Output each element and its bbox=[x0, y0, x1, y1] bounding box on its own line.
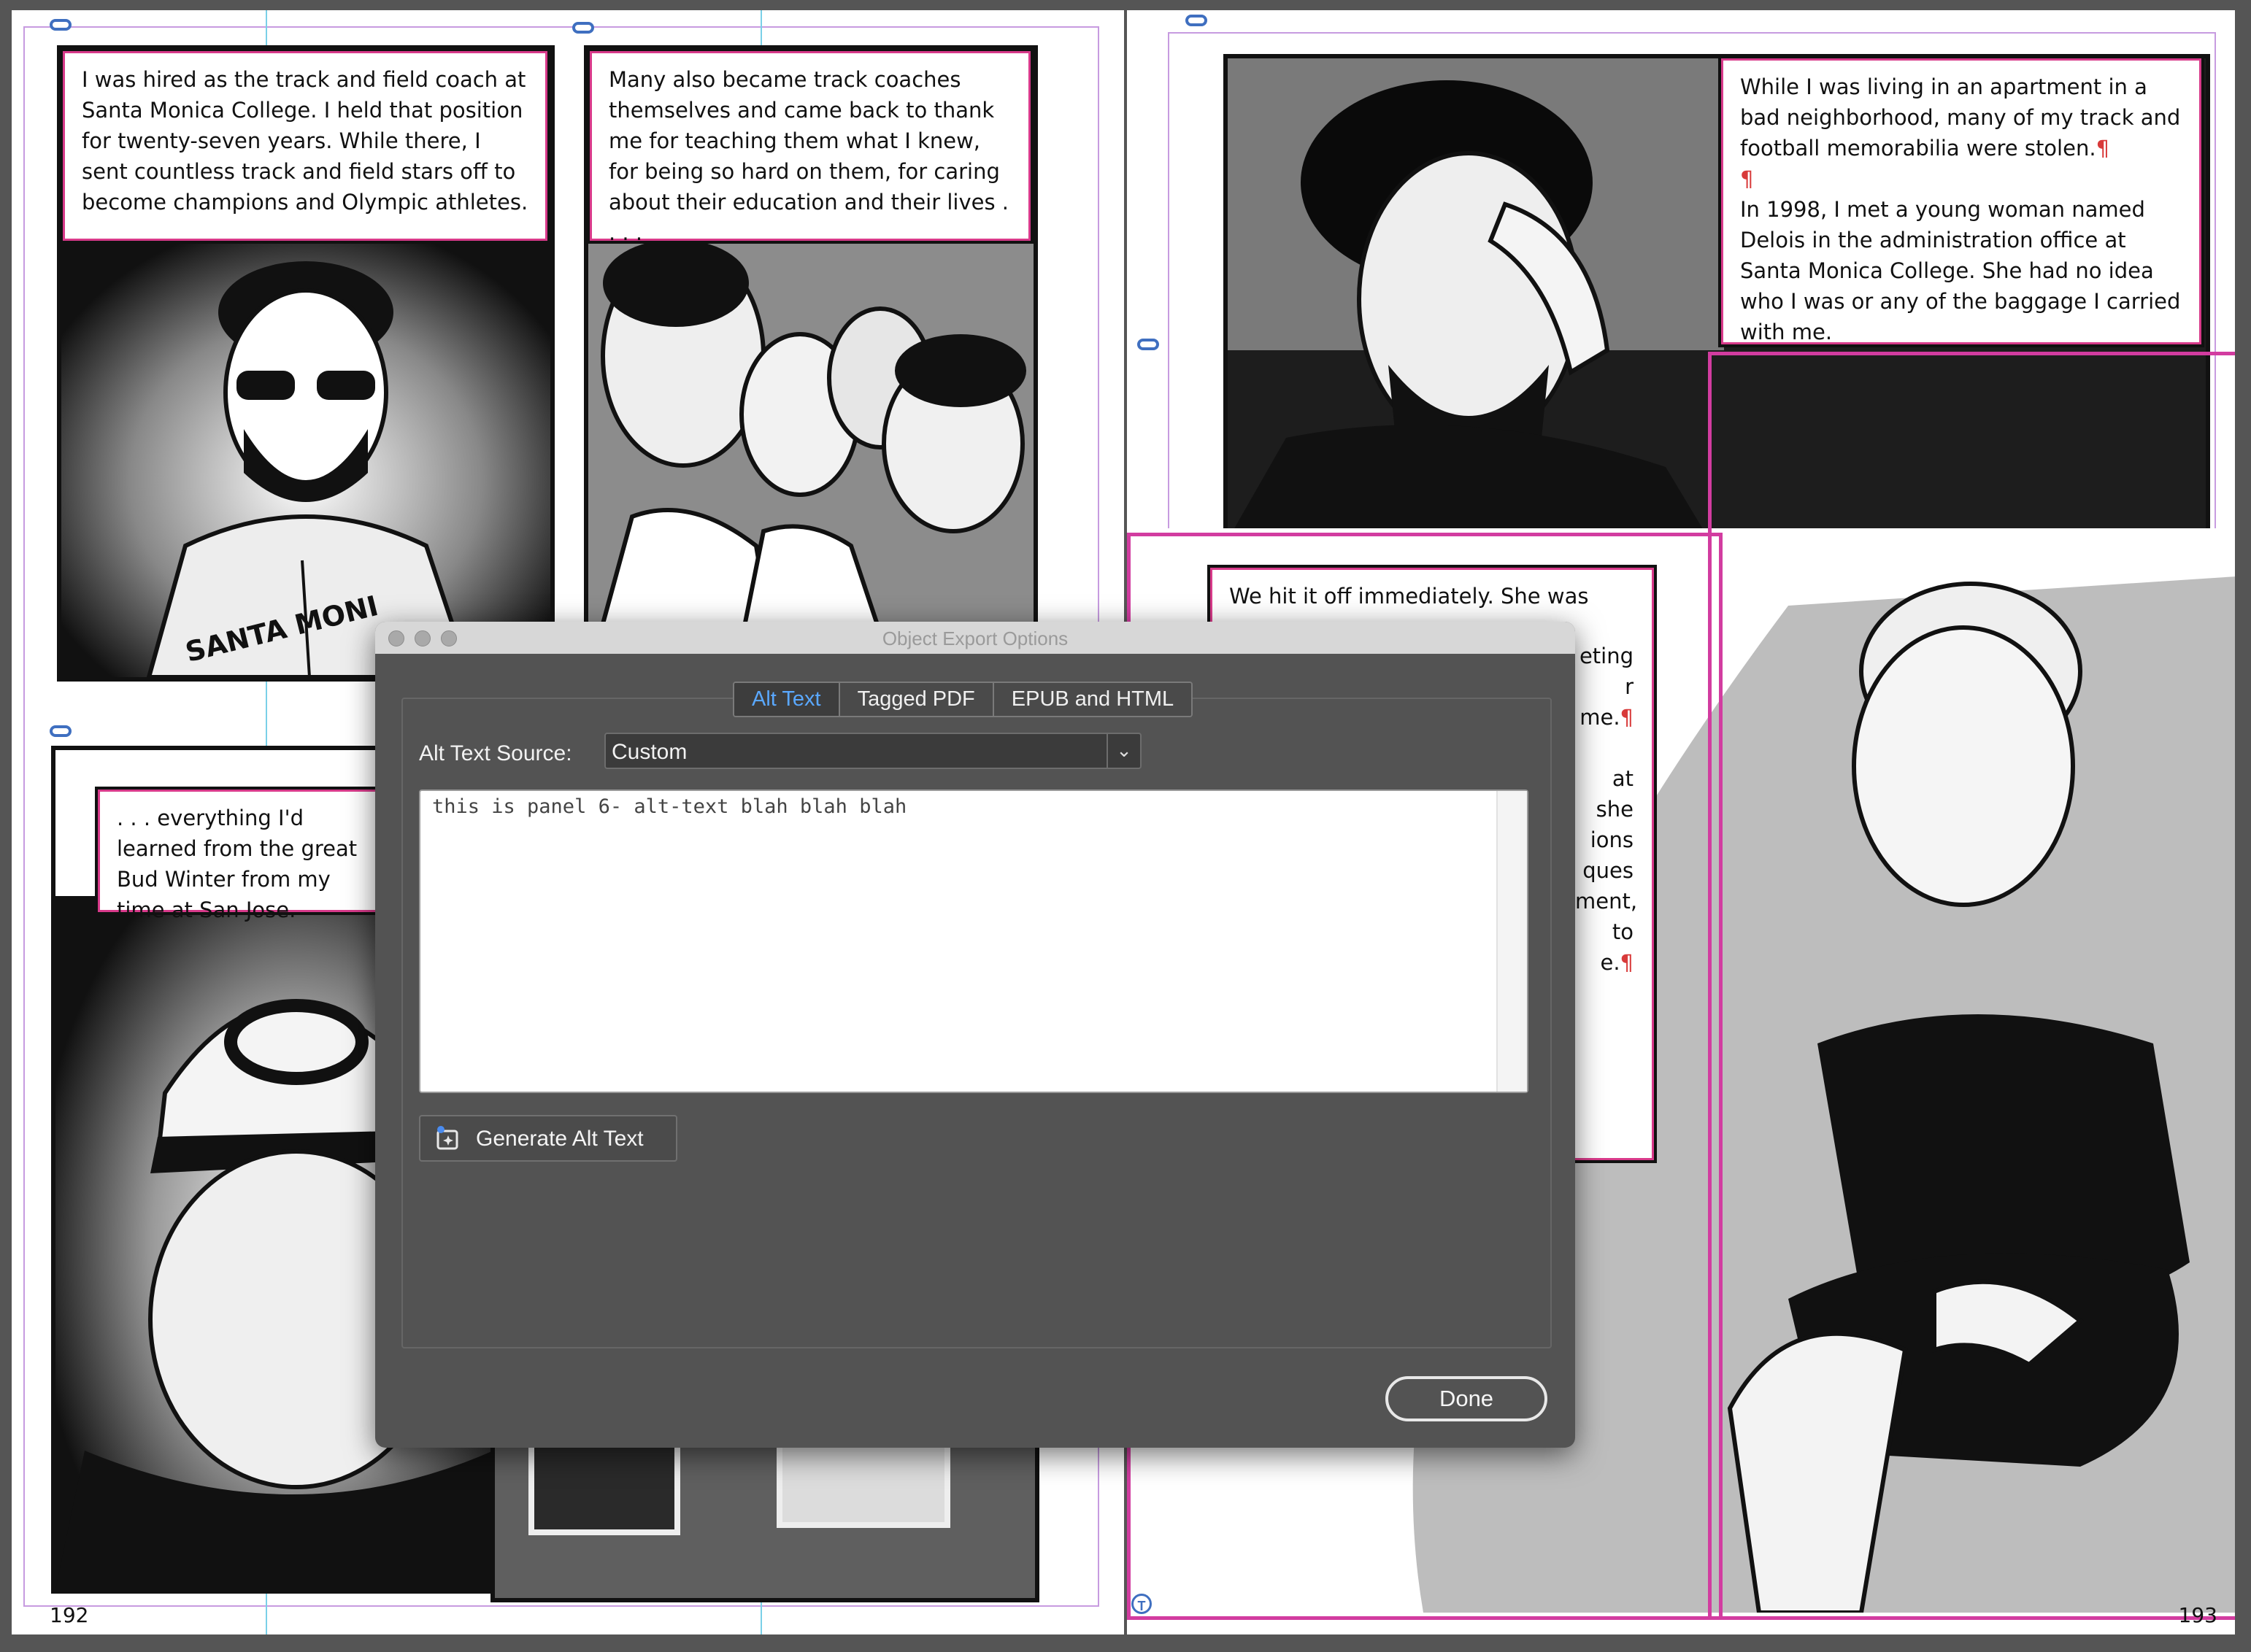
object-export-options-dialog[interactable]: Object Export Options Alt Text Tagged PD… bbox=[375, 622, 1575, 1448]
photos-illustration bbox=[495, 1445, 1035, 1598]
caption-text: I was hired as the track and field coach… bbox=[82, 67, 528, 215]
alt-text-source-label: Alt Text Source: bbox=[419, 741, 572, 765]
link-icon[interactable] bbox=[1137, 339, 1159, 350]
dialog-title: Object Export Options bbox=[882, 628, 1069, 649]
selected-value: Custom bbox=[612, 740, 688, 764]
caption-text: ¶ bbox=[1740, 163, 2182, 194]
caption-fragment: e.¶ bbox=[1600, 950, 1634, 975]
pilcrow-mark: ¶ bbox=[1620, 705, 1634, 730]
pilcrow-mark: ¶ bbox=[2096, 136, 2110, 161]
tab-epub-html[interactable]: EPUB and HTML bbox=[993, 683, 1192, 716]
link-icon[interactable] bbox=[1185, 15, 1207, 26]
caption-text: While I was living in an apartment in a … bbox=[1740, 74, 2181, 161]
caption-text: We hit it off immediately. She was bbox=[1229, 584, 1589, 609]
alt-text-input[interactable]: this is panel 6- alt-text blah blah blah bbox=[419, 790, 1528, 1093]
alt-text-source-select[interactable]: Custom ⌄ bbox=[604, 733, 1142, 769]
textarea-scrollbar[interactable] bbox=[1496, 791, 1527, 1092]
link-icon[interactable] bbox=[50, 19, 72, 31]
caption-panel-2[interactable]: Many also became track coaches themselve… bbox=[587, 48, 1034, 245]
panel-4[interactable] bbox=[490, 1440, 1039, 1602]
generate-alt-text-label: Generate Alt Text bbox=[476, 1127, 644, 1151]
caption-text: In 1998, I met a young woman named Deloi… bbox=[1740, 197, 2181, 344]
caption-fragment: to bbox=[1612, 919, 1634, 944]
link-icon[interactable] bbox=[572, 22, 594, 34]
tab-tagged-pdf[interactable]: Tagged PDF bbox=[839, 683, 994, 716]
caption-panel-5[interactable]: While I was living in an apartment in a … bbox=[1718, 55, 2204, 347]
dialog-titlebar[interactable]: Object Export Options bbox=[375, 622, 1575, 654]
sparkle-image-icon bbox=[436, 1126, 458, 1150]
caption-text: Many also became track coaches themselve… bbox=[609, 67, 1009, 245]
done-button[interactable]: Done bbox=[1385, 1376, 1547, 1421]
tab-bar: Alt Text Tagged PDF EPUB and HTML bbox=[733, 682, 1193, 717]
caption-fragment: ment, bbox=[1575, 889, 1638, 914]
pilcrow-mark: ¶ bbox=[1740, 166, 1754, 191]
caption-panel-1[interactable]: I was hired as the track and field coach… bbox=[60, 48, 550, 244]
caption-fragment: r me.¶ bbox=[1579, 674, 1634, 730]
pilcrow-mark: ¶ bbox=[1620, 950, 1634, 975]
chevron-down-icon[interactable]: ⌄ bbox=[1107, 734, 1140, 768]
caption-panel-3[interactable]: . . . everything I'd learned from the gr… bbox=[95, 787, 401, 922]
page-number: 192 bbox=[50, 1603, 89, 1627]
alt-text-value: this is panel 6- alt-text blah blah blah bbox=[432, 795, 907, 818]
caption-text: . . . everything I'd learned from the gr… bbox=[117, 806, 358, 922]
caption-fragments: eting r me.¶ at she ions ques ment, to e… bbox=[1575, 641, 1638, 978]
text-frame-icon[interactable]: T bbox=[1131, 1594, 1152, 1614]
page-number: 193 bbox=[2178, 1603, 2217, 1627]
selected-frame[interactable] bbox=[1708, 352, 2235, 1620]
tab-alt-text[interactable]: Alt Text bbox=[734, 683, 840, 716]
generate-alt-text-button[interactable]: Generate Alt Text bbox=[419, 1115, 677, 1162]
caption-fragment: eting bbox=[1579, 644, 1634, 668]
link-icon[interactable] bbox=[50, 725, 72, 737]
caption-fragment: ions bbox=[1590, 827, 1634, 852]
caption-fragment: at she bbox=[1596, 766, 1634, 822]
caption-fragment: ques bbox=[1582, 858, 1634, 883]
document-spread: I was hired as the track and field coach… bbox=[0, 0, 2251, 1652]
